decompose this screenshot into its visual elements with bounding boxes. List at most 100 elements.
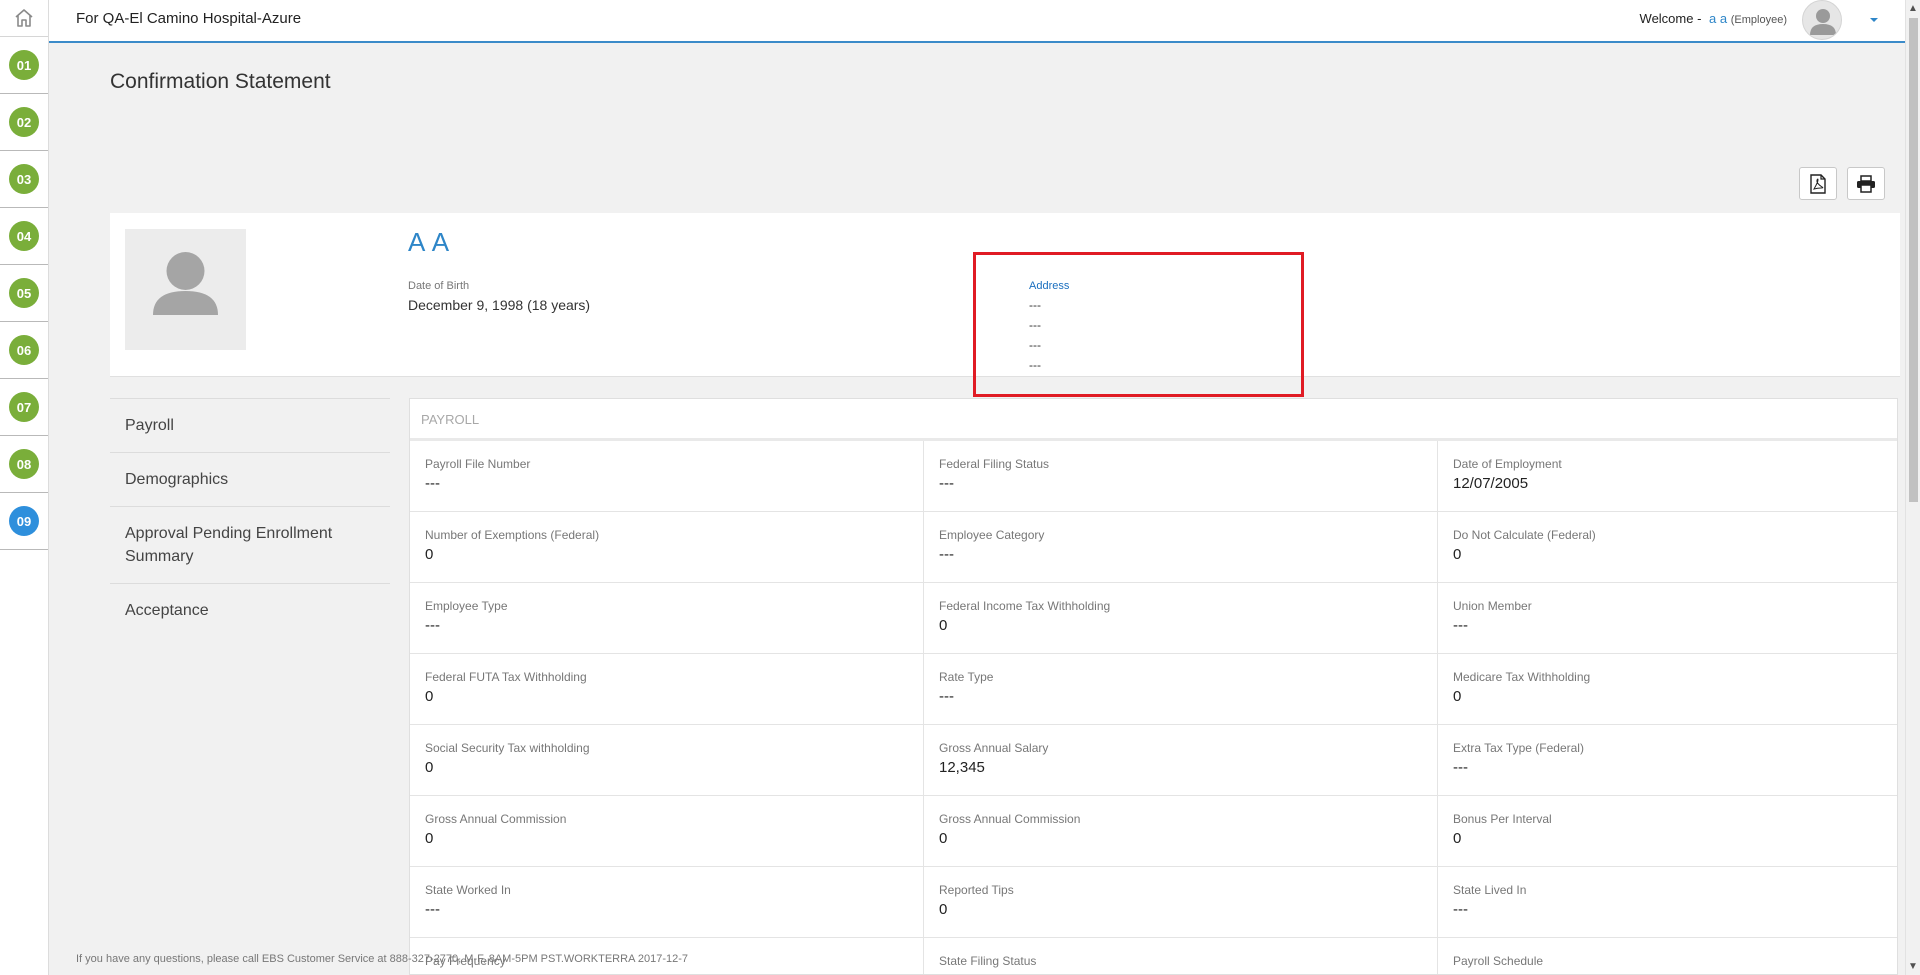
field-value: --- — [939, 688, 954, 705]
field-label: State Worked In — [425, 883, 511, 897]
employee-name: A A — [408, 227, 451, 257]
payroll-fields-grid: Payroll File Number --- Federal Filing Sta… — [410, 441, 1897, 974]
dob-value: December 9, 1998 (18 years) — [408, 297, 591, 313]
payroll-field: Federal Income Tax Withholding 0 — [924, 583, 1438, 654]
nav-item-label: Approval Pending Enrollment Summary — [125, 525, 333, 565]
vertical-scrollbar[interactable]: ▲ ▼ — [1905, 0, 1920, 975]
nav-item-demographics[interactable]: Demographics — [110, 452, 390, 506]
field-label: Reported Tips — [939, 883, 1014, 897]
pdf-button[interactable] — [1799, 167, 1837, 200]
step-number-badge: 05 — [9, 278, 39, 308]
payroll-field: Rate Type --- — [924, 654, 1438, 725]
payroll-field: Gross Annual Salary 12,345 — [924, 725, 1438, 796]
field-label: State Lived In — [1453, 883, 1527, 897]
step-number-badge: 04 — [9, 221, 39, 251]
step-05[interactable]: 05 — [0, 265, 48, 322]
field-value: --- — [939, 546, 954, 563]
payroll-field: Medicare Tax Withholding 0 — [1438, 654, 1897, 725]
page-title: Confirmation Statement — [110, 70, 331, 93]
payroll-field: Reported Tips 0 — [924, 867, 1438, 938]
home-icon — [15, 9, 33, 27]
field-value: 0 — [939, 901, 948, 918]
field-label: Payroll Schedule — [1453, 954, 1544, 968]
field-value: 0 — [1453, 688, 1462, 705]
field-label: Social Security Tax withholding — [425, 741, 590, 755]
payroll-field: Payroll File Number --- — [410, 441, 924, 512]
step-08[interactable]: 08 — [0, 436, 48, 493]
payroll-field: Bonus Per Interval 0 — [1438, 796, 1897, 867]
payroll-field: Do Not Calculate (Federal) 0 — [1438, 512, 1897, 583]
step-07[interactable]: 07 — [0, 379, 48, 436]
scroll-down-arrow[interactable]: ▼ — [1908, 961, 1918, 972]
step-number-badge: 02 — [9, 107, 39, 137]
scrollbar-thumb[interactable] — [1909, 18, 1918, 502]
payroll-field: Federal FUTA Tax Withholding 0 — [410, 654, 924, 725]
step-06[interactable]: 06 — [0, 322, 48, 379]
payroll-field: Payroll Schedule — [1438, 938, 1897, 974]
step-03[interactable]: 03 — [0, 151, 48, 208]
org-title: For QA-El Camino Hospital-Azure — [76, 10, 302, 27]
step-number-badge: 06 — [9, 335, 39, 365]
field-label: Employee Category — [939, 528, 1045, 542]
field-label: Date of Employment — [1453, 457, 1562, 471]
field-value: --- — [425, 475, 440, 492]
payroll-field: Federal Filing Status --- — [924, 441, 1438, 512]
payroll-field: State Lived In --- — [1438, 867, 1897, 938]
payroll-field: State Filing Status — [924, 938, 1438, 974]
welcome-prefix: Welcome - — [1639, 11, 1702, 26]
field-value: 0 — [939, 830, 948, 847]
field-value: 0 — [1453, 546, 1462, 563]
field-value: 0 — [425, 830, 434, 847]
field-value: --- — [425, 617, 440, 634]
step-09[interactable]: 09 — [0, 493, 48, 550]
print-icon — [1857, 174, 1875, 193]
user-menu-caret[interactable] — [1869, 12, 1879, 30]
step-02[interactable]: 02 — [0, 94, 48, 151]
payroll-heading: PAYROLL — [410, 399, 1897, 441]
step-number-badge: 07 — [9, 392, 39, 422]
step-number-badge: 01 — [9, 50, 39, 80]
welcome-text: Welcome - a a (Employee) — [1640, 11, 1787, 26]
field-value: 12,345 — [939, 759, 985, 776]
scroll-up-arrow[interactable]: ▲ — [1908, 3, 1918, 14]
field-value: 0 — [425, 546, 434, 563]
nav-item-acceptance[interactable]: Acceptance — [110, 583, 390, 637]
user-avatar[interactable] — [1802, 0, 1842, 40]
field-value: --- — [1453, 759, 1468, 776]
nav-item-label: Acceptance — [125, 602, 209, 619]
footer-note: If you have any questions, please call E… — [76, 953, 688, 965]
step-rail: 01 02 03 04 05 06 07 08 09 — [0, 0, 49, 975]
field-value: --- — [425, 901, 440, 918]
step-number-badge: 09 — [9, 506, 39, 536]
field-label: Employee Type — [425, 599, 508, 613]
payroll-field: Employee Category --- — [924, 512, 1438, 583]
nav-item-label: Demographics — [125, 471, 229, 488]
nav-item-approval-pending[interactable]: Approval Pending Enrollment Summary — [110, 506, 390, 583]
field-value: 0 — [1453, 830, 1462, 847]
field-value: 0 — [425, 688, 434, 705]
field-label: Gross Annual Commission — [425, 812, 567, 826]
field-label: Federal Filing Status — [939, 457, 1050, 471]
nav-item-payroll[interactable]: Payroll — [110, 398, 390, 452]
user-name-link[interactable]: a a — [1709, 11, 1727, 26]
step-01[interactable]: 01 — [0, 37, 48, 94]
home-button[interactable] — [0, 0, 48, 37]
field-value: 0 — [425, 759, 434, 776]
payroll-panel: PAYROLL Payroll File Number --- Federal Fi… — [409, 398, 1898, 975]
profile-photo — [125, 229, 246, 350]
field-label: Payroll File Number — [425, 457, 531, 471]
field-label: State Filing Status — [939, 954, 1037, 968]
payroll-field: Employee Type --- — [410, 583, 924, 654]
payroll-field: Gross Annual Commission 0 — [924, 796, 1438, 867]
field-label: Bonus Per Interval — [1453, 812, 1552, 826]
payroll-field: Number of Exemptions (Federal) 0 — [410, 512, 924, 583]
user-icon — [153, 252, 218, 315]
print-button[interactable] — [1847, 167, 1885, 200]
field-label: Federal FUTA Tax Withholding — [425, 670, 587, 684]
top-header: For QA-El Camino Hospital-Azure Welcome … — [49, 0, 1905, 43]
field-value: --- — [939, 475, 954, 492]
field-label: Number of Exemptions (Federal) — [425, 528, 600, 542]
field-label: Extra Tax Type (Federal) — [1453, 741, 1584, 755]
section-nav: Payroll Demographics Approval Pending En… — [110, 398, 390, 637]
step-04[interactable]: 04 — [0, 208, 48, 265]
